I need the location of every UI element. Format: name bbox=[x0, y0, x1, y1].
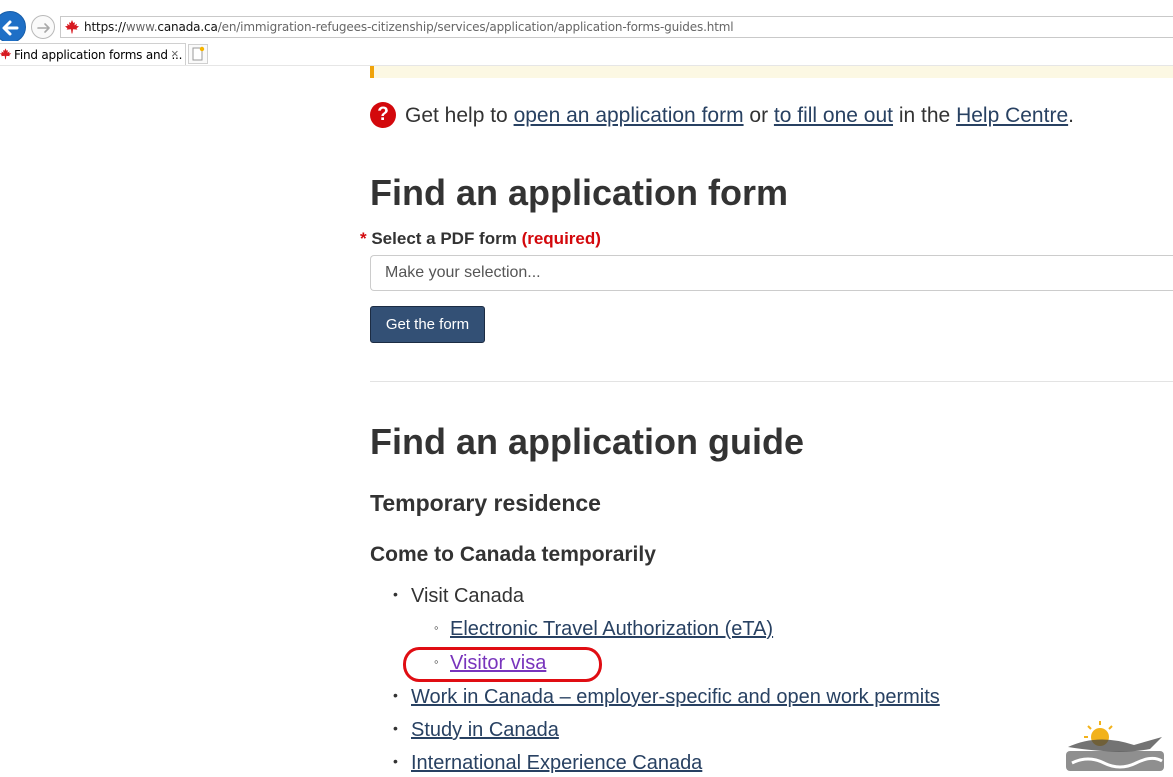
help-suffix: . bbox=[1068, 104, 1074, 127]
study-in-canada-link[interactable]: Study in Canada bbox=[411, 719, 559, 741]
notice-banner bbox=[370, 66, 1173, 78]
open-form-link[interactable]: open an application form bbox=[514, 104, 744, 127]
tab-title: Find application forms and ... bbox=[14, 48, 183, 62]
back-arrow-icon bbox=[2, 20, 19, 36]
tab-strip: Find application forms and ... × bbox=[0, 41, 1173, 66]
help-mid2: in the bbox=[893, 104, 957, 127]
help-centre-link[interactable]: Help Centre bbox=[956, 104, 1068, 127]
come-to-canada-heading: Come to Canada temporarily bbox=[370, 543, 656, 566]
pdf-form-select[interactable]: Make your selection... bbox=[370, 255, 1173, 291]
watermark-logo-icon bbox=[1066, 721, 1164, 771]
url-text[interactable]: https://www.canada.ca/en/immigration-ref… bbox=[84, 20, 734, 34]
select-label: * Select a PDF form (required) bbox=[360, 229, 601, 249]
list-item: • Work in Canada – employer-specific and … bbox=[393, 686, 940, 708]
list-item: ◦ Electronic Travel Authorization (eTA) bbox=[434, 618, 774, 640]
url-protocol: https:// bbox=[84, 20, 126, 34]
list-item: • International Experience Canada bbox=[393, 752, 703, 774]
forward-button[interactable] bbox=[31, 15, 55, 39]
new-tab-button[interactable] bbox=[188, 44, 208, 64]
maple-leaf-icon bbox=[65, 20, 79, 34]
select-label-text: Select a PDF form bbox=[366, 229, 522, 248]
help-prefix: Get help to bbox=[405, 104, 514, 127]
maple-leaf-icon bbox=[0, 48, 12, 60]
browser-chrome: https://www.canada.ca/en/immigration-ref… bbox=[0, 0, 1173, 66]
get-form-button[interactable]: Get the form bbox=[370, 306, 485, 343]
temporary-residence-heading: Temporary residence bbox=[370, 490, 601, 516]
divider bbox=[370, 381, 1173, 382]
required-text: (required) bbox=[521, 229, 601, 248]
tab-active[interactable]: Find application forms and ... × bbox=[0, 43, 186, 65]
work-in-canada-link[interactable]: Work in Canada – employer-specific and o… bbox=[411, 686, 940, 708]
question-circle-icon: ? bbox=[370, 102, 396, 128]
new-tab-icon bbox=[192, 46, 205, 61]
back-button[interactable] bbox=[0, 11, 26, 43]
eta-link[interactable]: Electronic Travel Authorization (eTA) bbox=[450, 618, 773, 640]
tab-close-button[interactable]: × bbox=[171, 46, 179, 61]
help-mid1: or bbox=[743, 104, 774, 127]
visit-canada-label: Visit Canada bbox=[411, 585, 525, 607]
forward-arrow-icon bbox=[37, 23, 50, 33]
help-text: Get help to open an application form or … bbox=[405, 104, 1074, 128]
address-bar[interactable]: https://www.canada.ca/en/immigration-ref… bbox=[60, 16, 1173, 38]
fill-out-link[interactable]: to fill one out bbox=[774, 104, 893, 127]
list-item: • Study in Canada bbox=[393, 719, 559, 741]
url-www: www. bbox=[125, 20, 158, 34]
list-item: • Visit Canada bbox=[393, 585, 525, 607]
url-host: canada.ca bbox=[157, 20, 218, 34]
url-path: /en/immigration-refugees-citizenship/ser… bbox=[217, 20, 734, 34]
required-star: * bbox=[360, 229, 367, 248]
iec-link[interactable]: International Experience Canada bbox=[411, 752, 702, 774]
form-heading: Find an application form bbox=[370, 172, 789, 213]
highlight-annotation bbox=[403, 647, 602, 682]
guide-heading: Find an application guide bbox=[370, 421, 805, 462]
